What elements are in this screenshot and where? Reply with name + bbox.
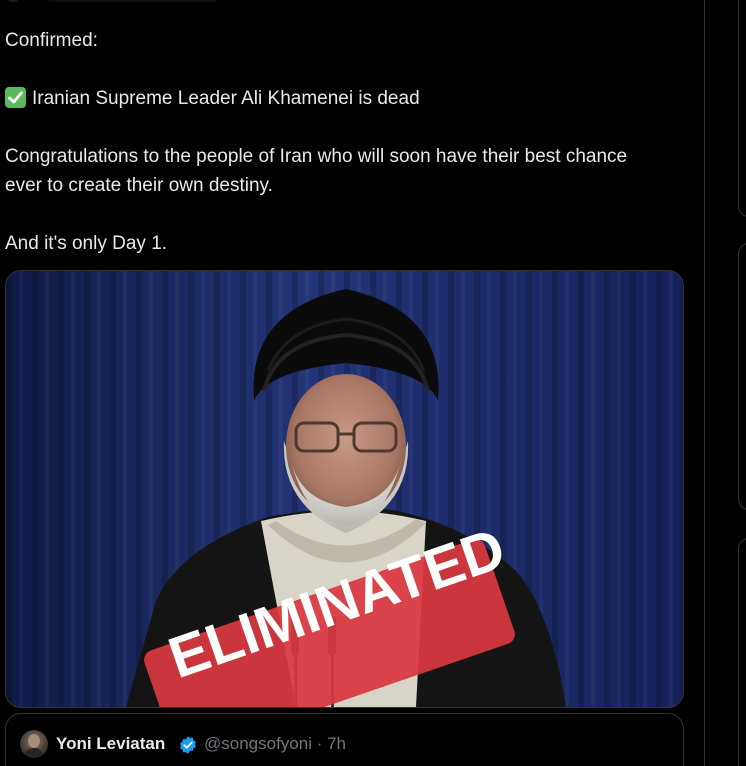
avatar[interactable]: [20, 730, 48, 758]
tweet-line-headline: Iranian Supreme Leader Ali Khamenei is d…: [5, 84, 685, 113]
tweet-page: Confirmed: Iranian Supreme Leader Ali Kh…: [0, 0, 746, 766]
previous-item-stub: [8, 0, 218, 6]
sidebar-card: [738, 538, 746, 766]
quoted-author-name[interactable]: Yoni Leviatan: [56, 734, 165, 754]
check-mark-button-icon: [5, 87, 26, 108]
verified-badge-icon: [180, 736, 196, 754]
sidebar-card: [738, 243, 746, 510]
tweet-line-congratulations: Congratulations to the people of Iran wh…: [5, 146, 628, 196]
sidebar-card: [738, 0, 746, 217]
column-divider: [704, 0, 705, 766]
tweet-media-image[interactable]: ELIMINATED: [5, 270, 684, 708]
tweet-line-confirmed: Confirmed:: [5, 30, 98, 51]
photo-illustration: ELIMINATED: [6, 271, 683, 707]
tweet-line-day-one: And it's only Day 1.: [5, 233, 168, 254]
quoted-handle-time[interactable]: @songsofyoni · 7h: [204, 734, 346, 754]
quoted-tweet[interactable]: Yoni Leviatan @songsofyoni · 7h: [5, 713, 684, 766]
tweet-body: Confirmed: Iranian Supreme Leader Ali Kh…: [5, 26, 685, 258]
tweet-headline-text: Iranian Supreme Leader Ali Khamenei is d…: [32, 88, 420, 109]
